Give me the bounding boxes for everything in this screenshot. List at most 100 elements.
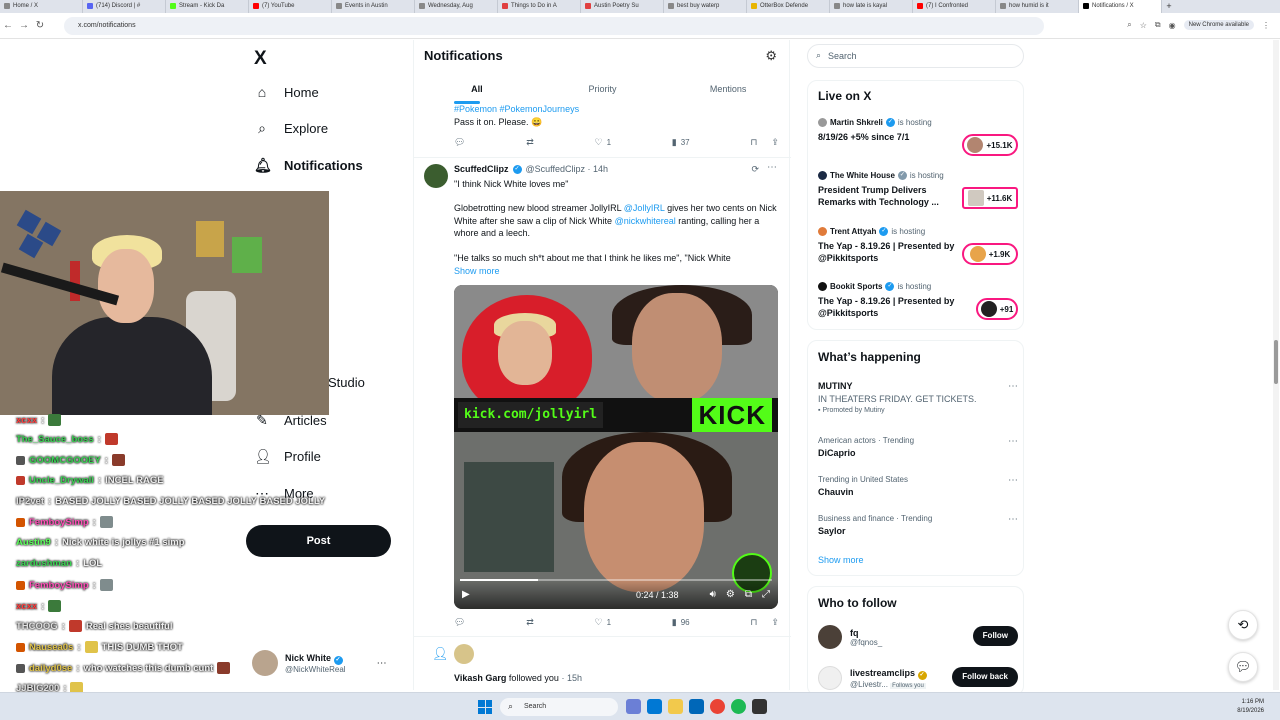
browser-tab-active[interactable]: Notifications / X [1079,0,1162,13]
live-listeners-badge[interactable]: +11.6K [962,187,1018,209]
browser-tab[interactable]: Things to Do in A [498,0,581,13]
tab-mentions[interactable]: Mentions [665,78,791,104]
bookmark-icon[interactable]: ⊓ [750,617,757,628]
play-icon[interactable]: ▶ [462,589,470,600]
messages-icon[interactable]: 💬︎ [1228,652,1258,682]
browser-tab[interactable]: (7) I Confronted [913,0,996,13]
search-input[interactable]: ⌕ Search [807,44,1024,68]
more-dots-icon[interactable]: ⋯ [1008,475,1018,486]
back-button[interactable]: ← [0,20,16,31]
file-explorer-icon[interactable] [668,699,683,714]
share-icon[interactable]: ⇪ [771,617,779,628]
follower-name[interactable]: Vikash Garg [454,673,506,683]
tab-priority[interactable]: Priority [540,78,666,104]
fullscreen-icon[interactable]: ⤢ [762,589,770,600]
reload-button[interactable]: ↻ [32,20,48,31]
trend-item[interactable]: American actors · Trending DiCaprio ⋯ [818,436,1018,458]
share-icon[interactable]: ⇪ [771,137,779,148]
browser-tab[interactable]: OtterBox Defende [747,0,830,13]
repost-button[interactable]: ⇄ [526,137,534,148]
forward-button[interactable]: → [16,20,32,31]
browser-tab[interactable]: Events in Austin [332,0,415,13]
chrome-update-pill[interactable]: New Chrome available [1183,20,1254,30]
follow-button[interactable]: Follow [972,626,1018,646]
follow-suggestion[interactable]: livestreamclips ✓ @Livestr... Follows you… [818,665,1018,691]
new-tab-button[interactable]: + [1162,0,1176,13]
x-logo[interactable]: X [254,48,267,70]
windows-start-icon[interactable] [478,700,492,714]
live-listeners-badge[interactable]: +1.9K [962,243,1018,265]
trend-item[interactable]: Trending in United States Chauvin ⋯ [818,475,1018,497]
edge-icon[interactable] [647,699,662,714]
browser-tab[interactable]: Austin Poetry Su [581,0,664,13]
browser-tab[interactable]: best buy waterp [664,0,747,13]
extensions-icon[interactable]: ⧉ [1155,20,1161,30]
chrome-icon[interactable] [710,699,725,714]
views-button[interactable]: ▮ 96 [672,617,690,628]
obs-icon[interactable] [752,699,767,714]
mention-link[interactable]: @JollyIRL [624,203,665,213]
browser-tab[interactable]: Home / X [0,0,83,13]
live-item[interactable]: Bookit Sports ✓ is hosting The Yap - 8.19.… [818,282,1018,320]
more-dots-icon[interactable]: ⋯ [767,162,777,173]
browser-tab[interactable]: how late is kayal [830,0,913,13]
nav-notifications[interactable]: 🔔︎ Notifications [254,157,363,174]
browser-tab[interactable]: Stream - Kick Da [166,0,249,13]
pip-icon[interactable]: ⧉ [745,589,752,600]
live-item[interactable]: Martin Shkreli ✓ is hosting 8/19/26 +5% si… [818,118,1018,156]
video-progress-bar[interactable] [460,579,772,581]
settings-gear-icon[interactable]: ⚙ [765,48,777,64]
avatar[interactable] [454,644,474,664]
more-dots-icon[interactable]: ⋯ [1008,381,1018,392]
zoom-icon[interactable]: ⌕ [1127,20,1131,30]
like-button[interactable]: ♡ 1 [594,137,611,148]
settings-gear-icon[interactable]: ⚙ [726,589,735,600]
browser-tab[interactable]: Wednesday, Aug [415,0,498,13]
more-dots-icon[interactable]: ⋯ [1008,436,1018,447]
address-bar[interactable]: x.com/notifications [64,17,1044,35]
hashtags[interactable]: #Pokemon #PokemonJourneys [454,103,579,116]
tweet-author[interactable]: ScuffedClipz [454,164,509,174]
taskbar-search[interactable]: ⌕ Search [500,698,618,716]
like-button[interactable]: ♡ 1 [594,617,611,628]
reply-button[interactable]: 💬︎ [454,137,465,148]
trend-item[interactable]: MUTINY IN THEATERS FRIDAY. GET TICKETS. … [818,381,1018,414]
tweet-handle-time[interactable]: @ScuffedClipz · 14h [526,164,609,174]
live-listeners-badge[interactable]: +91 [976,298,1018,320]
nav-explore[interactable]: ⌕ Explore [254,120,328,137]
trend-item[interactable]: Business and finance · Trending Saylor ⋯ [818,514,1018,536]
tab-all[interactable]: All [414,78,540,104]
more-dots-icon[interactable]: ⋯ [1008,514,1018,525]
scrollbar[interactable] [1273,40,1279,690]
live-item[interactable]: The White House ✓ is hosting President Tru… [818,171,1018,209]
nav-home[interactable]: ⌂ Home [254,84,319,100]
show-more-link[interactable]: Show more [454,265,500,278]
store-icon[interactable] [689,699,704,714]
repost-button[interactable]: ⇄ [526,617,534,628]
browser-tab[interactable]: (7) YouTube [249,0,332,13]
bookmark-star-icon[interactable]: ☆ [1140,21,1147,30]
nav-studio[interactable]: Studio [328,375,365,390]
live-item[interactable]: Trent Attyah ✓ is hosting The Yap - 8.19.2… [818,227,1018,265]
grok-icon[interactable]: ⟲ [1228,610,1258,640]
menu-kebab-icon[interactable]: ⋮ [1262,21,1270,30]
spotify-icon[interactable] [731,699,746,714]
scrollbar-thumb[interactable] [1274,340,1278,384]
browser-tab[interactable]: (714) Discord | # [83,0,166,13]
copilot-icon[interactable] [626,699,641,714]
show-more-link[interactable]: Show more [818,555,864,565]
video-player[interactable]: kick.com/jollyirl KICK ▶ 0:24 / 1:38 🔊︎ … [454,285,778,609]
reply-button[interactable]: 💬︎ [454,617,465,628]
avatar[interactable] [424,164,448,188]
profile-icon[interactable]: ◉ [1169,21,1176,30]
grok-icon[interactable]: ⟳ [751,164,759,175]
system-clock[interactable]: 1:16 PM 8/19/2026 [1237,698,1264,716]
volume-icon[interactable]: 🔊︎ [710,589,716,600]
follow-back-button[interactable]: Follow back [952,667,1018,687]
mention-link[interactable]: @nickwhitereal [615,216,676,226]
follow-suggestion[interactable]: fq @fqnos_ Follow [818,624,1018,650]
bookmark-icon[interactable]: ⊓ [750,137,757,148]
views-button[interactable]: ▮ 37 [672,137,690,148]
browser-tab[interactable]: how humid is it [996,0,1079,13]
live-listeners-badge[interactable]: +15.1K [962,134,1018,156]
